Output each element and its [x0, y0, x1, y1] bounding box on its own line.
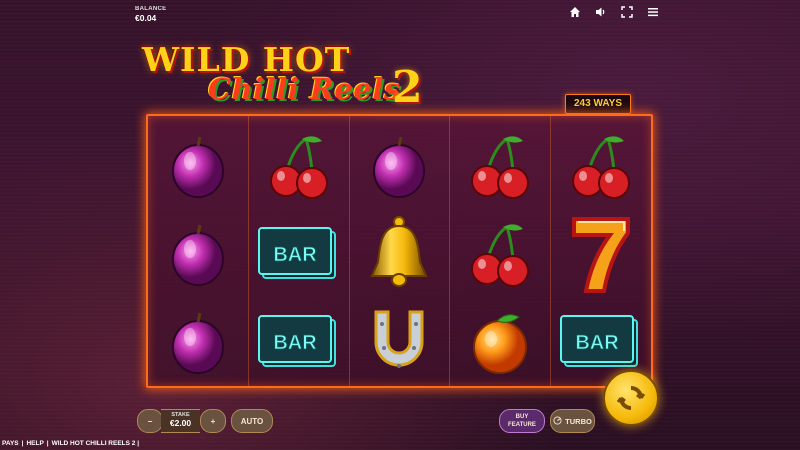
- bar-symbol: BAR: [254, 211, 344, 297]
- buy-feature-button[interactable]: BUY FEATURE: [499, 409, 545, 433]
- plum-symbol: [153, 211, 243, 297]
- stake-label: STAKE: [171, 412, 190, 418]
- decrease-stake-button[interactable]: −: [137, 409, 163, 433]
- game-logo: WILD HOT Chilli Reels 2: [138, 40, 438, 113]
- volume-icon[interactable]: [594, 5, 608, 19]
- cherries-symbol: [254, 123, 344, 209]
- turbo-label: TURBO: [565, 416, 592, 426]
- cherries-symbol: [455, 123, 545, 209]
- autoplay-button[interactable]: AUTO: [231, 409, 273, 433]
- pays-link[interactable]: PAYS: [2, 440, 19, 447]
- home-icon[interactable]: [568, 5, 582, 19]
- increase-stake-button[interactable]: +: [200, 409, 226, 433]
- turbo-button[interactable]: TURBO: [550, 409, 595, 433]
- svg-text:BAR: BAR: [273, 332, 317, 354]
- spin-button[interactable]: [603, 370, 659, 426]
- top-toolbar: [568, 5, 660, 19]
- fullscreen-icon[interactable]: [620, 5, 634, 19]
- balance-display: BALANCE €0.04: [135, 6, 166, 23]
- footer-separator: |: [21, 440, 24, 447]
- stake-value: €2.00: [169, 418, 192, 428]
- balance-value: €0.04: [135, 13, 157, 23]
- menu-icon[interactable]: [646, 5, 660, 19]
- plum-symbol: [354, 123, 444, 209]
- svg-text:BAR: BAR: [575, 332, 619, 354]
- cherries-symbol: [455, 211, 545, 297]
- ways-badge: 243 WAYS: [565, 94, 631, 114]
- reel-1: [148, 116, 248, 386]
- turbo-icon: [553, 415, 562, 427]
- footer-bar: PAYS | HELP | WILD HOT CHILLI REELS 2 |: [2, 440, 142, 447]
- plum-symbol: [153, 123, 243, 209]
- reels-grid: BAR BAR BAR: [148, 116, 651, 386]
- orange-symbol: [455, 299, 545, 385]
- feature-label: FEATURE: [508, 422, 536, 428]
- seven-symbol: [556, 211, 646, 297]
- stake-display: STAKE €2.00: [161, 409, 200, 433]
- reel-4: [449, 116, 550, 386]
- buy-label: BUY: [515, 414, 529, 420]
- balance-label: BALANCE: [135, 6, 167, 12]
- svg-text:BAR: BAR: [273, 244, 317, 266]
- reel-2: BAR BAR: [247, 116, 349, 386]
- logo-line2: Chilli Reels: [208, 72, 401, 106]
- reel-frame: BAR BAR BAR: [146, 114, 653, 388]
- reel-3: [348, 116, 450, 386]
- footer-separator: |: [46, 440, 49, 447]
- horseshoe-symbol: [354, 299, 444, 385]
- bell-symbol: [354, 211, 444, 297]
- reel-5: BAR: [550, 116, 651, 386]
- help-link[interactable]: HELP: [26, 440, 43, 447]
- game-title: WILD HOT CHILLI REELS 2 |: [51, 440, 140, 447]
- cherries-symbol: [556, 123, 646, 209]
- spin-icon: [616, 386, 646, 410]
- plum-symbol: [153, 299, 243, 385]
- logo-number: 2: [392, 62, 423, 113]
- bar-symbol: BAR: [254, 299, 344, 385]
